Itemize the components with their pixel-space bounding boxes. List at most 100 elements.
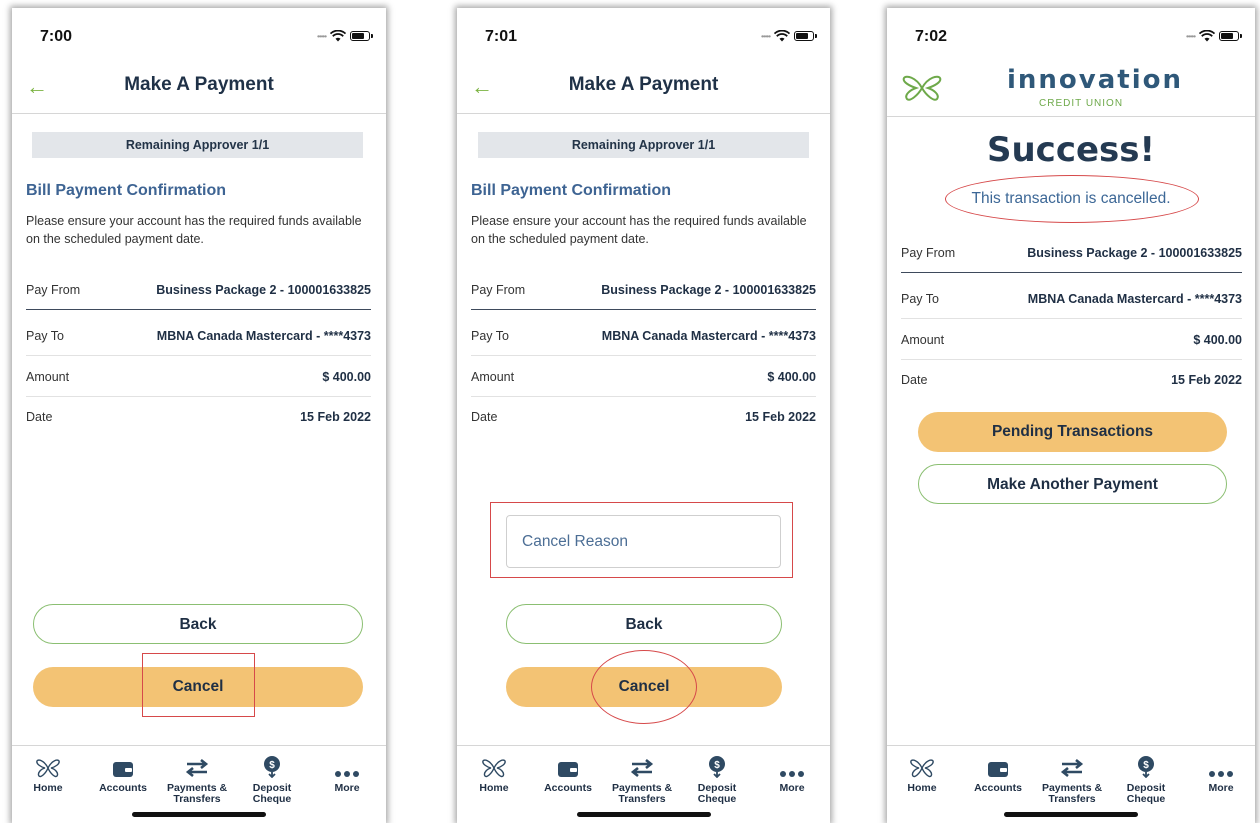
- tab-label: More: [779, 782, 805, 794]
- home-indicator[interactable]: [576, 812, 711, 817]
- tab-label-line2: Transfers: [173, 793, 221, 805]
- wallet-icon: [531, 752, 605, 778]
- more-dots-icon: [755, 752, 829, 778]
- detail-row-amount: Amount $ 400.00: [26, 357, 371, 397]
- brand-logo-subtitle: CREDIT UNION: [1039, 98, 1124, 109]
- home-indicator[interactable]: [1004, 812, 1138, 817]
- brand-logo-text: innovation: [1007, 65, 1183, 95]
- tab-label: Deposit Cheque: [235, 783, 309, 805]
- detail-value: Business Package 2 - 100001633825: [601, 282, 816, 297]
- transfer-arrows-icon: [605, 752, 679, 778]
- detail-row-pay-from: Pay From Business Package 2 - 1000016338…: [26, 270, 371, 310]
- status-bar: 7:02 •••••: [887, 8, 1255, 60]
- tab-accounts[interactable]: Accounts: [961, 752, 1035, 794]
- transfer-arrows-icon: [1035, 752, 1109, 778]
- signal-icon: •••••: [316, 31, 327, 41]
- status-bar: 7:00 •••••: [12, 8, 386, 60]
- detail-label: Pay From: [901, 245, 956, 260]
- svg-text:$: $: [714, 760, 720, 771]
- tab-more[interactable]: More: [755, 752, 829, 794]
- detail-value: 15 Feb 2022: [745, 410, 816, 424]
- success-title: Success!: [986, 130, 1156, 170]
- confirmation-text: Please ensure your account has the requi…: [26, 214, 362, 246]
- phone-screen-1: 7:00 ••••• ← Make A Payment Remaining Ap…: [12, 8, 386, 823]
- screen-header: ← Make A Payment: [12, 60, 386, 114]
- detail-value: MBNA Canada Mastercard - ****4373: [156, 328, 371, 343]
- tab-deposit-cheque[interactable]: $ Deposit Cheque: [680, 752, 754, 805]
- page-title: Make A Payment: [124, 74, 274, 95]
- tab-more[interactable]: More: [310, 752, 384, 794]
- detail-label: Amount: [471, 369, 515, 384]
- tab-payments-transfers[interactable]: Payments & Transfers: [1035, 752, 1109, 805]
- detail-label: Pay To: [26, 328, 64, 343]
- annotation-highlight-rect: [142, 653, 255, 717]
- tab-label: More: [1208, 782, 1234, 794]
- detail-value: Business Package 2 - 100001633825: [1027, 245, 1242, 260]
- tab-label-line2: Transfers: [618, 793, 666, 805]
- tab-label: Accounts: [99, 782, 147, 794]
- annotation-highlight-ellipse: [945, 175, 1199, 223]
- deposit-icon: $: [235, 752, 309, 778]
- pending-transactions-button[interactable]: Pending Transactions: [918, 412, 1227, 452]
- tab-deposit-cheque[interactable]: $ Deposit Cheque: [235, 752, 309, 805]
- back-button[interactable]: Back: [33, 604, 363, 644]
- annotation-highlight-ellipse: [591, 650, 697, 724]
- tab-label-line2: Cheque: [1126, 793, 1166, 805]
- detail-label: Pay From: [471, 282, 526, 297]
- battery-icon: [794, 31, 817, 41]
- butterfly-icon: [457, 752, 531, 778]
- more-dots-icon: [1184, 752, 1255, 778]
- signal-icon: •••••: [760, 31, 771, 41]
- deposit-icon: $: [1109, 752, 1183, 778]
- status-time: 7:00: [40, 28, 73, 45]
- detail-value: Business Package 2 - 100001633825: [156, 282, 371, 297]
- tab-label: Payments & Transfers: [605, 783, 679, 805]
- tab-deposit-cheque[interactable]: $ Deposit Cheque: [1109, 752, 1183, 805]
- tab-label: Deposit Cheque: [680, 783, 754, 805]
- tab-label: Payments & Transfers: [160, 783, 234, 805]
- detail-row-pay-to: Pay To MBNA Canada Mastercard - ****4373: [471, 316, 816, 356]
- tab-label: Payments & Transfers: [1035, 783, 1109, 805]
- svg-text:$: $: [1143, 760, 1149, 771]
- tab-accounts[interactable]: Accounts: [86, 752, 160, 794]
- tab-label: Accounts: [544, 782, 592, 794]
- tab-label-line2: Cheque: [252, 793, 292, 805]
- tab-label-line2: Transfers: [1048, 793, 1096, 805]
- tab-accounts[interactable]: Accounts: [531, 752, 605, 794]
- detail-row-pay-from: Pay From Business Package 2 - 1000016338…: [901, 233, 1242, 273]
- butterfly-icon: [887, 752, 959, 778]
- back-button[interactable]: Back: [506, 604, 782, 644]
- phone-screen-2: 7:01 ••••• ← Make A Payment Remaining Ap…: [457, 8, 830, 823]
- wallet-icon: [86, 752, 160, 778]
- home-indicator[interactable]: [132, 812, 266, 817]
- detail-row-date: Date 15 Feb 2022: [901, 360, 1242, 400]
- tab-home[interactable]: Home: [12, 752, 85, 794]
- tab-label: More: [334, 782, 360, 794]
- tab-label: Deposit Cheque: [1109, 783, 1183, 805]
- tab-payments-transfers[interactable]: Payments & Transfers: [605, 752, 679, 805]
- butterfly-icon: [12, 752, 85, 778]
- status-icons: •••••: [1186, 30, 1242, 42]
- tab-label: Accounts: [974, 782, 1022, 794]
- detail-row-pay-from: Pay From Business Package 2 - 1000016338…: [471, 270, 816, 310]
- detail-row-pay-to: Pay To MBNA Canada Mastercard - ****4373: [901, 279, 1242, 319]
- status-bar: 7:01 •••••: [457, 8, 830, 60]
- detail-row-date: Date 15 Feb 2022: [26, 397, 371, 437]
- tab-more[interactable]: More: [1184, 752, 1255, 794]
- tab-home[interactable]: Home: [457, 752, 531, 794]
- tab-payments-transfers[interactable]: Payments & Transfers: [160, 752, 234, 805]
- annotation-highlight-rect: [490, 502, 793, 578]
- detail-label: Date: [901, 373, 928, 387]
- butterfly-logo-icon: [902, 75, 942, 101]
- detail-value: $ 400.00: [1193, 332, 1242, 347]
- make-another-payment-button[interactable]: Make Another Payment: [918, 464, 1227, 504]
- tab-home[interactable]: Home: [887, 752, 959, 794]
- detail-label: Date: [471, 410, 498, 424]
- tab-label: Home: [907, 782, 937, 794]
- status-icons: •••••: [316, 30, 373, 42]
- screen-header: ← Make A Payment: [457, 60, 830, 114]
- detail-value: 15 Feb 2022: [1171, 373, 1242, 387]
- wallet-icon: [961, 752, 1035, 778]
- status-time: 7:02: [915, 28, 948, 45]
- wifi-icon: [1199, 30, 1215, 42]
